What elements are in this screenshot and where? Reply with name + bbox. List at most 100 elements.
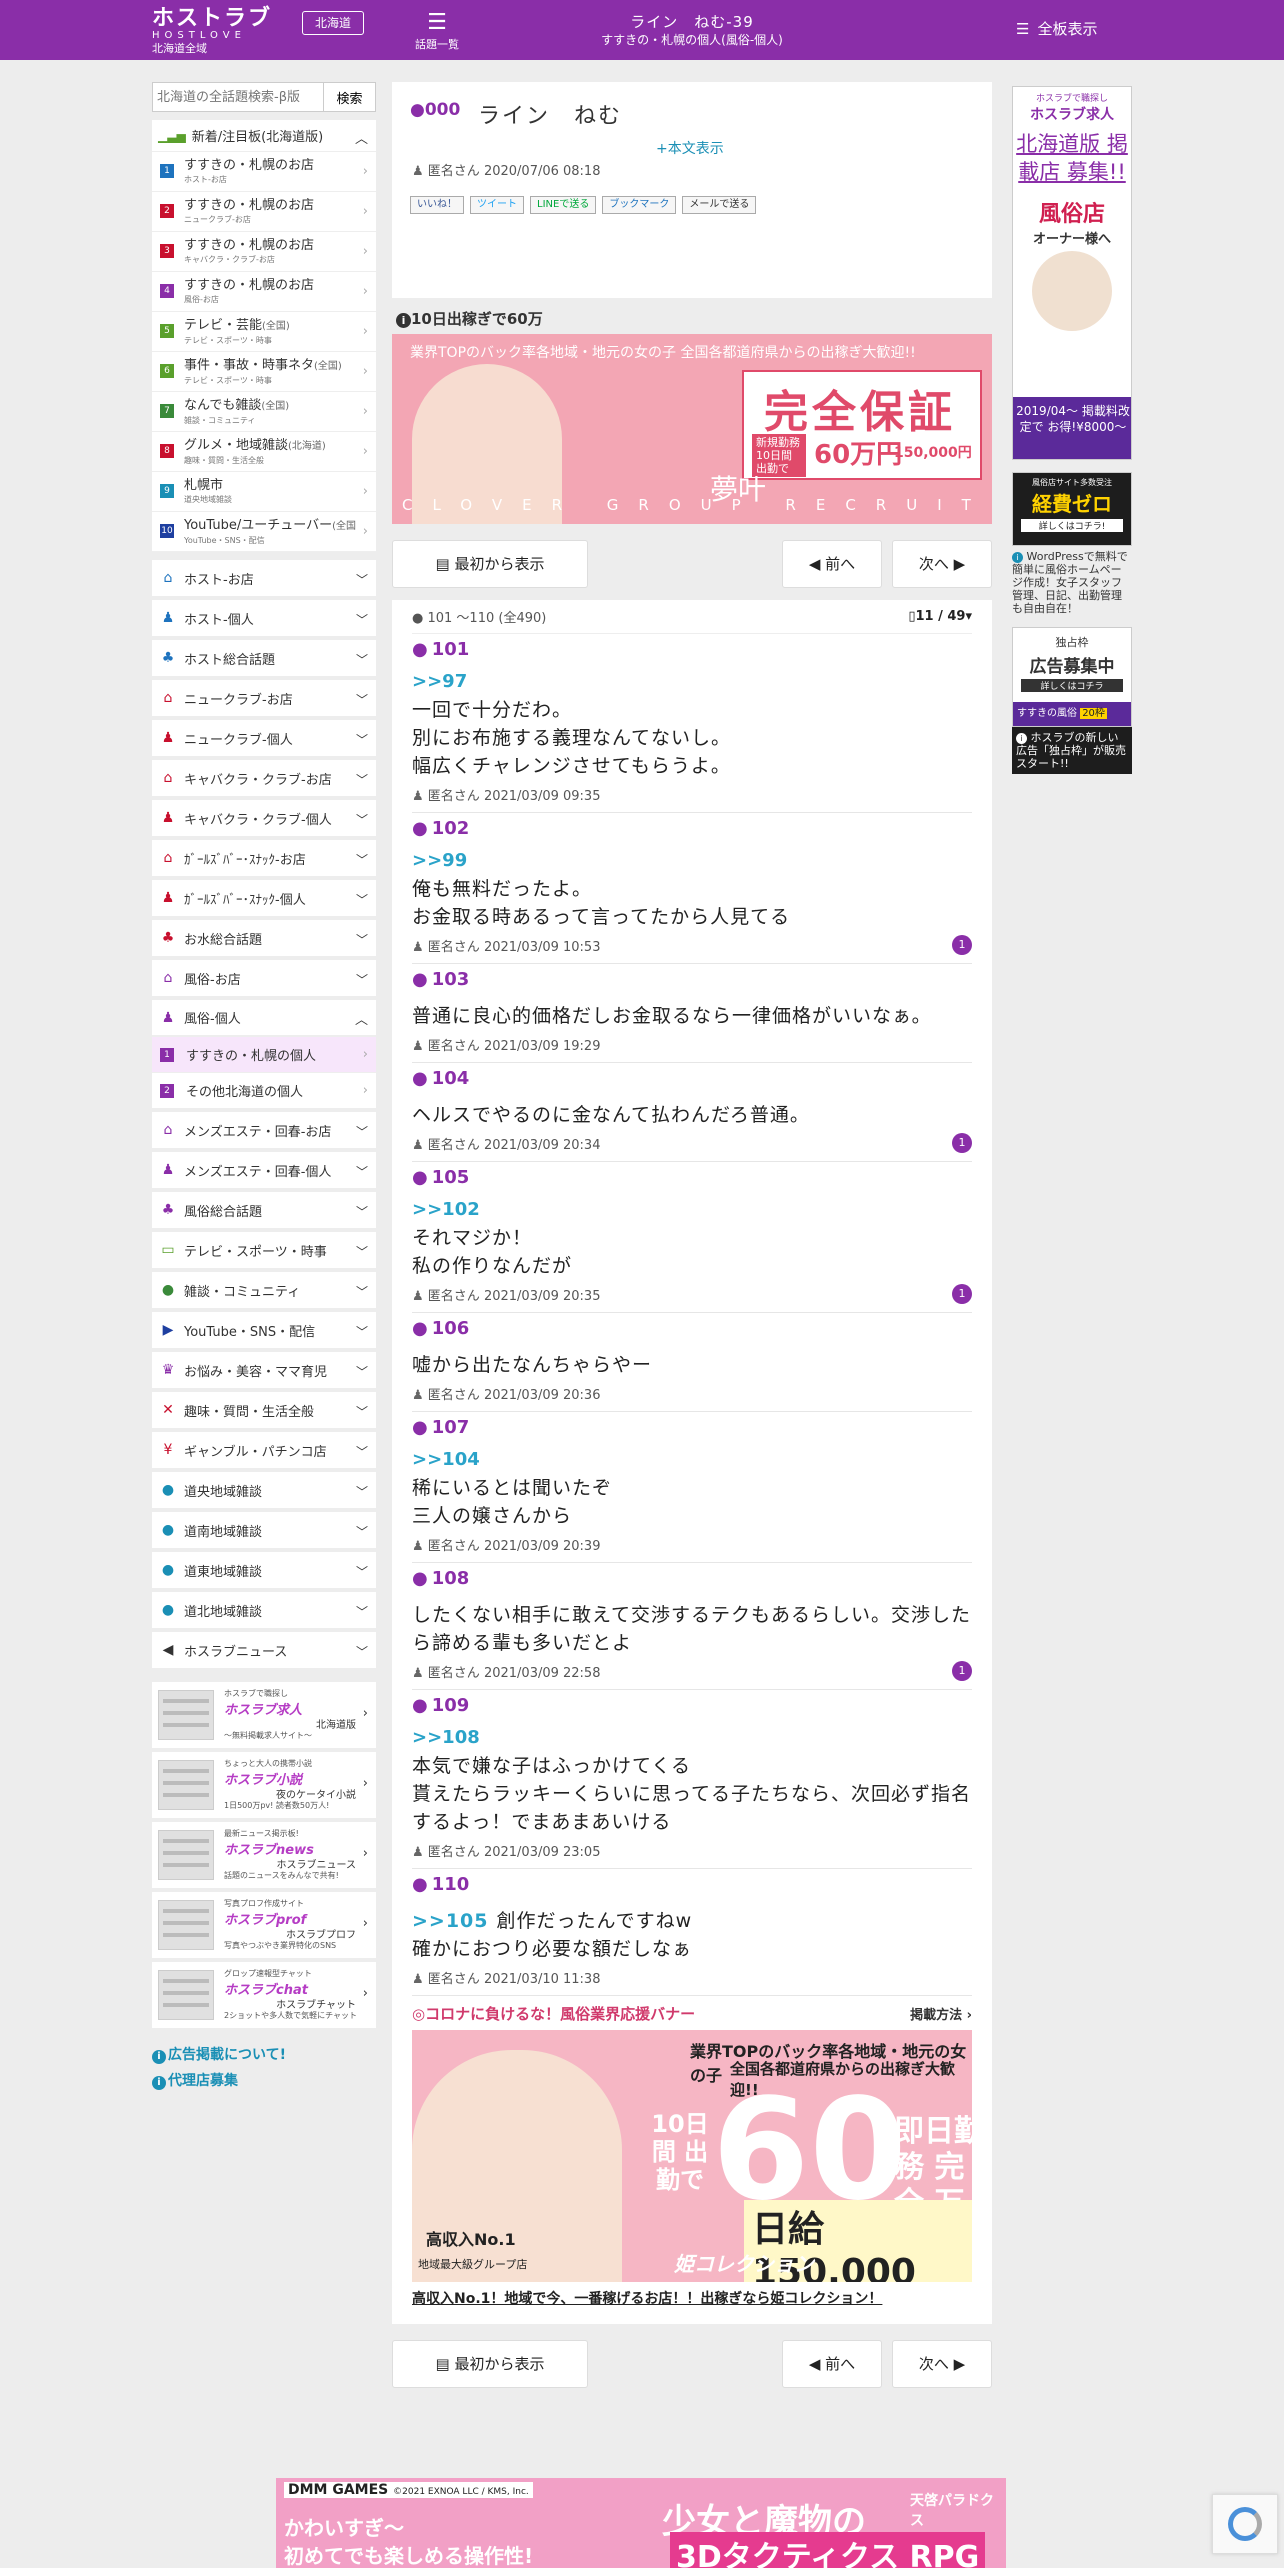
recaptcha-badge[interactable] [1212,2494,1278,2554]
topics-list-button[interactable]: ☰ 話題一覧 [407,10,467,52]
subcategory-item[interactable]: 1 すすきの・札幌の個人 › [152,1036,376,1072]
ad-caption-link[interactable]: 高収入No.1！地域で今、一番稼げるお店！！出稼ぎなら姫コレクション！ [412,2282,972,2308]
show-from-first-button[interactable]: ▤ 最初から表示 [392,540,588,588]
category-item[interactable]: ⌂ ニュークラブ-お店 ﹀ [152,680,376,716]
ranking-item[interactable]: 7 なんでも雑談(全国) 雑談・コミュニティ › [152,392,376,432]
post-number[interactable]: ● 106 [412,1313,972,1341]
post-number[interactable]: ● 107 [412,1412,972,1440]
prev-page-button[interactable]: ◀ 前へ [782,2340,882,2388]
post-anchor-link[interactable]: >>105 [412,1910,489,1932]
recruit-side-ad[interactable]: ホスラブで職探し ホスラブ求人 北海道版 掲載店 募集!! 風俗店 オーナー様へ… [1012,86,1132,460]
post-anchor-link[interactable]: >>97 [412,668,972,696]
ranking-header[interactable]: ▁▃▅ 新着/注目板(北海道版) ︿ [152,120,376,152]
post-number[interactable]: ● 109 [412,1690,972,1718]
facebook-like-button[interactable]: いいね！ [410,196,464,214]
hime-collection-banner[interactable]: 業界TOPのバック率各地域・地元の女の子 全国各都道府県からの出稼ぎ大歓迎!! … [412,2030,972,2282]
category-item[interactable]: ♣ ホスト総合話題 ﹀ [152,640,376,676]
post-number[interactable]: ● 103 [412,964,972,992]
all-boards-button[interactable]: ☰ 全板表示 [1016,18,1097,39]
reply-count-badge[interactable]: 1 [952,1133,972,1153]
category-header-expanded[interactable]: ♟ 風俗-個人 ︿ [152,1000,376,1036]
tweet-button[interactable]: ツイート [470,196,524,214]
post-anchor-link[interactable]: >>102 [412,1196,972,1224]
post-number[interactable]: ● 102 [412,813,972,841]
category-item[interactable]: ¥ ギャンブル・パチンコ店 ﹀ [152,1432,376,1468]
exclusive-slot-ad[interactable]: 独占枠 広告募集中 詳しくはコチラ すすきの風俗 20枠 [1012,627,1132,727]
category-item[interactable]: ⌂ 風俗-お店 ﹀ [152,960,376,996]
promo-item[interactable]: ホスラブで職探し ホスラブ求人 北海道版 〜無料掲載求人サイト〜 › [152,1682,376,1748]
category-item[interactable]: ● 道南地域雑談 ﹀ [152,1512,376,1548]
search-input[interactable] [152,82,324,112]
agency-link[interactable]: i 代理店募集 [152,2068,376,2094]
ranking-item[interactable]: 10YouTube/ユーチューバー(全国)YouTube・SNS・配信› [152,512,376,552]
chevron-right-icon: › [362,484,368,499]
category-item[interactable]: ⌂ メンズエステ・回春-お店 ﹀ [152,1112,376,1148]
bookmark-button[interactable]: ブックマーク [602,196,677,214]
ranking-item[interactable]: 1 すすきの・札幌のお店 ホスト-お店 › [152,152,376,192]
line-share-button[interactable]: LINEで送る [530,196,597,214]
category-item[interactable]: ♟ メンズエステ・回春-個人 ﹀ [152,1152,376,1188]
ad-method-link[interactable]: 掲載方法 › [910,2004,972,2023]
category-item[interactable]: ✕ 趣味・質問・生活全般 ﹀ [152,1392,376,1428]
ranking-item[interactable]: 9 札幌市 道央地域雑談 › [152,472,376,512]
region-button[interactable]: 北海道 [302,11,364,35]
category-item[interactable]: ● 道北地域雑談 ﹀ [152,1592,376,1628]
post-number[interactable]: ● 110 [412,1869,972,1897]
ad-placement-link[interactable]: i 広告掲載について! [152,2042,376,2068]
ranking-item[interactable]: 5 テレビ・芸能(全国) テレビ・スポーツ・時事 › [152,312,376,352]
category-item[interactable]: ⌂ ホスト-お店 ﹀ [152,560,376,596]
recruit-banner[interactable]: 業界TOPのバック率各地域・地元の女の子 全国各都道府県からの出稼ぎ大歓迎!! … [392,334,992,524]
ad3-sub: 詳しくはコチラ [1021,679,1123,692]
category-item[interactable]: ⌂ ｶﾞｰﾙｽﾞﾊﾞｰ･ｽﾅｯｸ-お店 ﹀ [152,840,376,876]
site-logo[interactable]: ホストラブ HOSTLOVE 北海道全域 [152,8,272,56]
promo-item[interactable]: 写真プロフ作成サイト ホスラブprof ホスラブプロフ 写真やつぶやき業界特化のSNS… [152,1892,376,1958]
promo-item[interactable]: ちょっと大人の携帯小説 ホスラブ小説 夜のケータイ小説 1日500万pv! 読者数50… [152,1752,376,1818]
category-item[interactable]: ♟ ニュークラブ-個人 ﹀ [152,720,376,756]
reply-count-badge[interactable]: 1 [952,1661,972,1681]
ranking-title: 新着/注目板(北海道版) [191,130,324,145]
post-number[interactable]: ● 104 [412,1063,972,1091]
post-number[interactable]: ● 108 [412,1563,972,1591]
subcategory-item[interactable]: 2 その他北海道の個人 › [152,1072,376,1108]
promo-item[interactable]: 最新ニュース掲示板! ホスラブnews ホスラブニュース 話題のニュースをみんなで共有… [152,1822,376,1888]
category-item[interactable]: ♣ 風俗総合話題 ﹀ [152,1192,376,1228]
category-item[interactable]: ⌂ キャバクラ・クラブ-お店 ﹀ [152,760,376,796]
next-page-button[interactable]: 次へ ▶ [892,540,992,588]
post-anchor-link[interactable]: >>104 [412,1446,972,1474]
page-indicator[interactable]: ▯11 / 49▾ [908,609,972,624]
category-item[interactable]: ● 道東地域雑談 ﹀ [152,1552,376,1588]
ranking-item[interactable]: 2 すすきの・札幌のお店 ニュークラブ-お店 › [152,192,376,232]
category-item[interactable]: ♟ キャバクラ・クラブ-個人 ﹀ [152,800,376,836]
category-item[interactable]: ● 道央地域雑談 ﹀ [152,1472,376,1508]
post-anchor-link[interactable]: >>108 [412,1724,972,1752]
category-item[interactable]: ♣ お水総合話題 ﹀ [152,920,376,956]
ranking-item[interactable]: 3 すすきの・札幌のお店 キャバクラ・クラブ-お店 › [152,232,376,272]
show-from-first-button[interactable]: ▤ 最初から表示 [392,2340,588,2388]
chevron-down-icon: ﹀ [355,893,368,907]
reply-count-badge[interactable]: 1 [952,935,972,955]
ranking-item[interactable]: 6 事件・事故・時事ネタ(全国) テレビ・スポーツ・時事 › [152,352,376,392]
promo-item[interactable]: グロップ速報型チャット ホスラブchat ホスラブチャット 2ショットや多人数で気軽に… [152,1962,376,2028]
post-number[interactable]: ● 101 [412,634,972,662]
post-body-text: ヘルスでやるのに金なんて払わんだろ普通。 [412,1104,810,1126]
search-button[interactable]: 検索 [324,82,376,112]
show-body-link[interactable]: +本文表示 [656,138,724,158]
category-item[interactable]: ♛ お悩み・美容・ママ育児 ﹀ [152,1352,376,1388]
category-item[interactable]: ♟ ホスト-個人 ﹀ [152,600,376,636]
zero-cost-ad[interactable]: 風俗店サイト多数受注 経費ゼロ 詳しくはコチラ! [1012,472,1132,546]
ranking-item[interactable]: 8 グルメ・地域雑談(北海道) 趣味・質問・生活全般 › [152,432,376,472]
ranking-item[interactable]: 4 すすきの・札幌のお店 風俗-お店 › [152,272,376,312]
category-item[interactable]: ◀ ホスラブニュース ﹀ [152,1632,376,1668]
user-icon: ♟ [412,1972,428,1987]
category-item[interactable]: ▶ YouTube・SNS・配信 ﹀ [152,1312,376,1348]
post-number[interactable]: ● 105 [412,1162,972,1190]
mail-share-button[interactable]: メールで送る [682,196,757,214]
reply-count-badge[interactable]: 1 [952,1284,972,1304]
prev-page-button[interactable]: ◀ 前へ [782,540,882,588]
category-item[interactable]: ♟ ｶﾞｰﾙｽﾞﾊﾞｰ･ｽﾅｯｸ-個人 ﹀ [152,880,376,916]
post-anchor-link[interactable]: >>99 [412,847,972,875]
bottom-game-ad[interactable]: DMM GAMES ©2021 EXNOA LLC / KMS, Inc. かわ… [276,2478,1006,2568]
category-item[interactable]: ● 雑談・コミュニティ ﹀ [152,1272,376,1308]
category-item[interactable]: ▭ テレビ・スポーツ・時事 ﹀ [152,1232,376,1268]
next-page-button[interactable]: 次へ ▶ [892,2340,992,2388]
